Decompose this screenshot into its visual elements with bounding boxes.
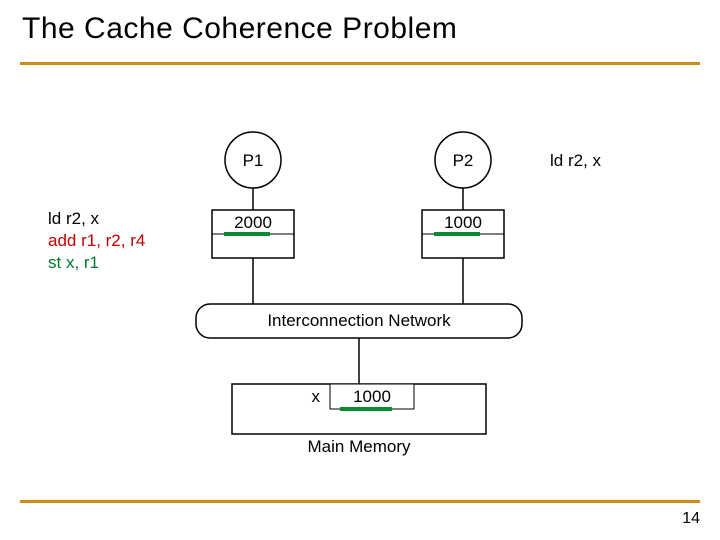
processor-p1-label: P1 xyxy=(243,151,264,170)
diagram-canvas: P1 P2 2000 1000 Interconnection Network … xyxy=(0,0,720,540)
memory-value: 1000 xyxy=(353,387,391,406)
memory-varname: x xyxy=(312,387,321,406)
processor-p2-label: P2 xyxy=(453,151,474,170)
main-memory-label: Main Memory xyxy=(308,437,411,456)
interconnect-label: Interconnection Network xyxy=(267,311,451,330)
cache-p1-value: 2000 xyxy=(234,213,272,232)
cache-p2-value: 1000 xyxy=(444,213,482,232)
